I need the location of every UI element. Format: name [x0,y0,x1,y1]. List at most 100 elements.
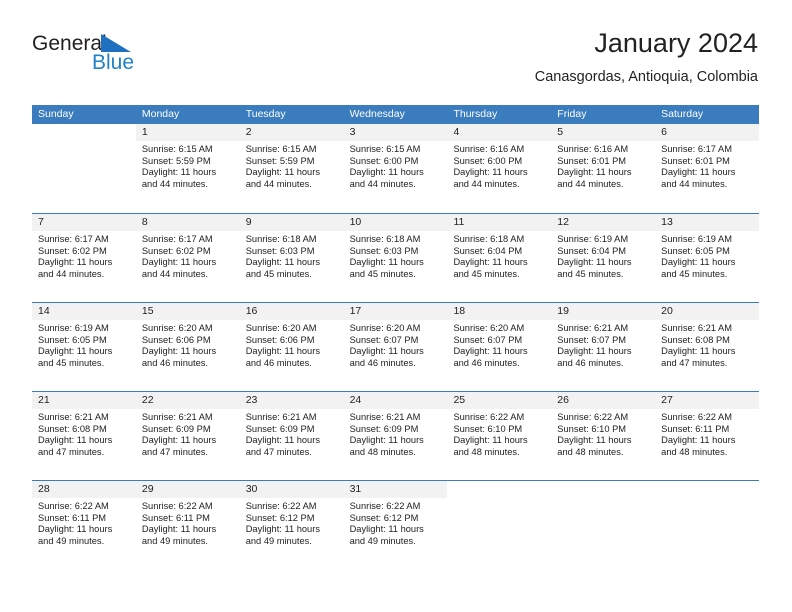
calendar-day-cell[interactable]: 7 Sunrise: 6:17 AM Sunset: 6:02 PM Dayli… [32,214,136,302]
sunrise-text: Sunrise: 6:17 AM [661,144,732,154]
calendar-day-cell[interactable]: 12 Sunrise: 6:19 AM Sunset: 6:04 PM Dayl… [551,214,656,302]
day-number: 25 [447,392,552,409]
daylight-text-line1: Daylight: 11 hours [661,257,736,268]
calendar-day-cell[interactable]: 19 Sunrise: 6:21 AM Sunset: 6:07 PM Dayl… [551,303,656,391]
sunset-text: Sunset: 6:08 PM [661,334,730,345]
calendar-day-cell[interactable]: 14 Sunrise: 6:19 AM Sunset: 6:05 PM Dayl… [32,303,136,391]
day-details: Sunrise: 6:18 AM Sunset: 6:03 PM Dayligh… [240,231,344,280]
day-details: Sunrise: 6:19 AM Sunset: 6:05 PM Dayligh… [655,231,759,280]
calendar-day-cell[interactable]: 2 Sunrise: 6:15 AM Sunset: 5:59 PM Dayli… [239,124,344,213]
calendar-day-cell[interactable]: 16 Sunrise: 6:20 AM Sunset: 6:06 PM Dayl… [239,303,344,391]
day-number: 1 [135,124,240,141]
daylight-text-line1: Daylight: 11 hours [349,524,424,535]
calendar-day-cell[interactable]: 4 Sunrise: 6:16 AM Sunset: 6:00 PM Dayli… [447,124,552,213]
calendar-day-cell[interactable]: 27 Sunrise: 6:22 AM Sunset: 6:11 PM Dayl… [655,392,760,480]
calendar-day-cell[interactable]: 17 Sunrise: 6:20 AM Sunset: 6:07 PM Dayl… [343,303,448,391]
day-number: 10 [343,214,448,231]
daylight-text-line1: Daylight: 11 hours [38,435,113,446]
calendar-day-cell[interactable]: 25 Sunrise: 6:22 AM Sunset: 6:10 PM Dayl… [447,392,552,480]
calendar-week-row: 21 Sunrise: 6:21 AM Sunset: 6:08 PM Dayl… [32,391,760,480]
calendar-day-cell[interactable]: 24 Sunrise: 6:21 AM Sunset: 6:09 PM Dayl… [343,392,448,480]
sunset-text: Sunset: 6:12 PM [349,512,419,523]
day-details: Sunrise: 6:19 AM Sunset: 6:05 PM Dayligh… [32,320,136,369]
day-number: 15 [135,303,240,320]
calendar-day-cell[interactable]: 28 Sunrise: 6:22 AM Sunset: 6:11 PM Dayl… [32,481,136,569]
daylight-text-line1: Daylight: 11 hours [38,346,113,357]
day-number [655,481,760,498]
calendar-day-cell[interactable] [655,481,760,569]
calendar-day-cell[interactable]: 22 Sunrise: 6:21 AM Sunset: 6:09 PM Dayl… [135,392,240,480]
day-number: 21 [32,392,136,409]
daylight-text-line2: and 45 minutes. [245,268,312,279]
day-details: Sunrise: 6:17 AM Sunset: 6:01 PM Dayligh… [655,141,759,190]
daylight-text-line1: Daylight: 11 hours [453,167,528,178]
day-details: Sunrise: 6:20 AM Sunset: 6:07 PM Dayligh… [447,320,551,369]
sunrise-text: Sunrise: 6:22 AM [557,412,629,422]
day-details: Sunrise: 6:18 AM Sunset: 6:04 PM Dayligh… [447,231,551,280]
daylight-text-line1: Daylight: 11 hours [453,346,528,357]
sunrise-text: Sunrise: 6:16 AM [557,144,629,154]
day-details: Sunrise: 6:21 AM Sunset: 6:09 PM Dayligh… [136,409,240,458]
calendar-day-cell[interactable]: 3 Sunrise: 6:15 AM Sunset: 6:00 PM Dayli… [343,124,448,213]
daylight-text-line2: and 47 minutes. [38,446,105,457]
calendar-week-row: 1 Sunrise: 6:15 AM Sunset: 5:59 PM Dayli… [32,124,760,213]
calendar-day-cell[interactable]: 5 Sunrise: 6:16 AM Sunset: 6:01 PM Dayli… [551,124,656,213]
daylight-text-line1: Daylight: 11 hours [38,257,113,268]
calendar-day-cell[interactable]: 10 Sunrise: 6:18 AM Sunset: 6:03 PM Dayl… [343,214,448,302]
calendar-day-cell[interactable]: 1 Sunrise: 6:15 AM Sunset: 5:59 PM Dayli… [135,124,240,213]
day-number [551,481,656,498]
daylight-text-line2: and 48 minutes. [557,446,624,457]
sunset-text: Sunset: 6:09 PM [349,423,419,434]
daylight-text-line2: and 45 minutes. [661,268,728,279]
calendar-day-cell[interactable]: 9 Sunrise: 6:18 AM Sunset: 6:03 PM Dayli… [239,214,344,302]
daylight-text-line1: Daylight: 11 hours [141,257,217,268]
day-details [447,498,551,501]
day-number: 27 [655,392,760,409]
daylight-text-line2: and 47 minutes. [661,357,728,368]
sunrise-text: Sunrise: 6:21 AM [141,412,213,422]
calendar-day-cell[interactable]: 6 Sunrise: 6:17 AM Sunset: 6:01 PM Dayli… [655,124,760,213]
day-number: 31 [343,481,448,498]
calendar-day-cell[interactable]: 26 Sunrise: 6:22 AM Sunset: 6:10 PM Dayl… [551,392,656,480]
day-details: Sunrise: 6:22 AM Sunset: 6:11 PM Dayligh… [136,498,240,547]
calendar-day-cell[interactable]: 8 Sunrise: 6:17 AM Sunset: 6:02 PM Dayli… [135,214,240,302]
calendar-day-cell[interactable] [447,481,552,569]
weekday-header-thursday: Thursday [453,108,498,120]
calendar-day-cell[interactable] [32,124,136,213]
day-number: 14 [32,303,136,320]
day-number: 29 [135,481,240,498]
calendar-day-cell[interactable]: 15 Sunrise: 6:20 AM Sunset: 6:06 PM Dayl… [135,303,240,391]
daylight-text-line1: Daylight: 11 hours [661,346,736,357]
day-details: Sunrise: 6:15 AM Sunset: 5:59 PM Dayligh… [240,141,344,190]
sunrise-text: Sunrise: 6:19 AM [38,323,109,333]
calendar-day-cell[interactable]: 18 Sunrise: 6:20 AM Sunset: 6:07 PM Dayl… [447,303,552,391]
day-number: 13 [655,214,760,231]
day-details: Sunrise: 6:22 AM Sunset: 6:11 PM Dayligh… [655,409,759,458]
day-details [551,498,655,501]
sunset-text: Sunset: 6:04 PM [557,245,627,256]
sunset-text: Sunset: 5:59 PM [245,155,315,166]
day-details: Sunrise: 6:15 AM Sunset: 5:59 PM Dayligh… [136,141,240,190]
day-number: 16 [239,303,344,320]
calendar-day-cell[interactable] [551,481,656,569]
daylight-text-line2: and 44 minutes. [661,178,728,189]
day-number: 22 [135,392,240,409]
calendar-day-cell[interactable]: 31 Sunrise: 6:22 AM Sunset: 6:12 PM Dayl… [343,481,448,569]
calendar-day-cell[interactable]: 21 Sunrise: 6:21 AM Sunset: 6:08 PM Dayl… [32,392,136,480]
sunset-text: Sunset: 6:01 PM [661,155,730,166]
sunrise-text: Sunrise: 6:19 AM [661,234,732,244]
daylight-text-line1: Daylight: 11 hours [661,167,736,178]
calendar-day-cell[interactable]: 23 Sunrise: 6:21 AM Sunset: 6:09 PM Dayl… [239,392,344,480]
calendar-day-cell[interactable]: 30 Sunrise: 6:22 AM Sunset: 6:12 PM Dayl… [239,481,344,569]
sunset-text: Sunset: 6:09 PM [141,423,211,434]
calendar-day-cell[interactable]: 13 Sunrise: 6:19 AM Sunset: 6:05 PM Dayl… [655,214,760,302]
calendar-day-cell[interactable]: 11 Sunrise: 6:18 AM Sunset: 6:04 PM Dayl… [447,214,552,302]
daylight-text-line1: Daylight: 11 hours [349,257,424,268]
sunrise-text: Sunrise: 6:21 AM [245,412,317,422]
day-details: Sunrise: 6:18 AM Sunset: 6:03 PM Dayligh… [344,231,448,280]
daylight-text-line2: and 44 minutes. [349,178,416,189]
calendar-day-cell[interactable]: 29 Sunrise: 6:22 AM Sunset: 6:11 PM Dayl… [135,481,240,569]
weekday-header-tuesday: Tuesday [245,108,286,120]
calendar-day-cell[interactable]: 20 Sunrise: 6:21 AM Sunset: 6:08 PM Dayl… [655,303,760,391]
daylight-text-line2: and 46 minutes. [453,357,520,368]
